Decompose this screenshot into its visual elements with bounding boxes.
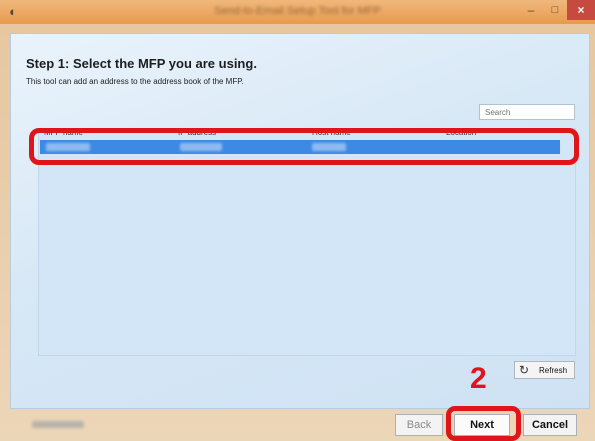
footer-status-text xyxy=(32,421,84,428)
selection-highlight-annotation xyxy=(29,128,579,165)
refresh-button[interactable]: ↻ Refresh xyxy=(514,361,575,379)
step-description: This tool can add an address to the addr… xyxy=(26,77,244,86)
refresh-label: Refresh xyxy=(539,366,568,375)
maximize-button[interactable]: □ xyxy=(543,0,567,20)
minimize-button[interactable]: – xyxy=(519,0,543,20)
window-title: Send-to-Email Setup Tool for MFP xyxy=(214,5,381,17)
next-highlight-annotation xyxy=(446,406,521,441)
back-button[interactable]: Back xyxy=(395,414,443,436)
step-number-annotation: 2 xyxy=(470,362,487,395)
step-title: Step 1: Select the MFP you are using. xyxy=(26,56,257,71)
search-input[interactable] xyxy=(479,104,575,120)
cancel-button[interactable]: Cancel xyxy=(523,414,577,436)
close-button[interactable]: × xyxy=(567,0,595,20)
title-bar: ◐ Send-to-Email Setup Tool for MFP – □ × xyxy=(0,0,595,25)
refresh-icon: ↻ xyxy=(519,363,530,377)
